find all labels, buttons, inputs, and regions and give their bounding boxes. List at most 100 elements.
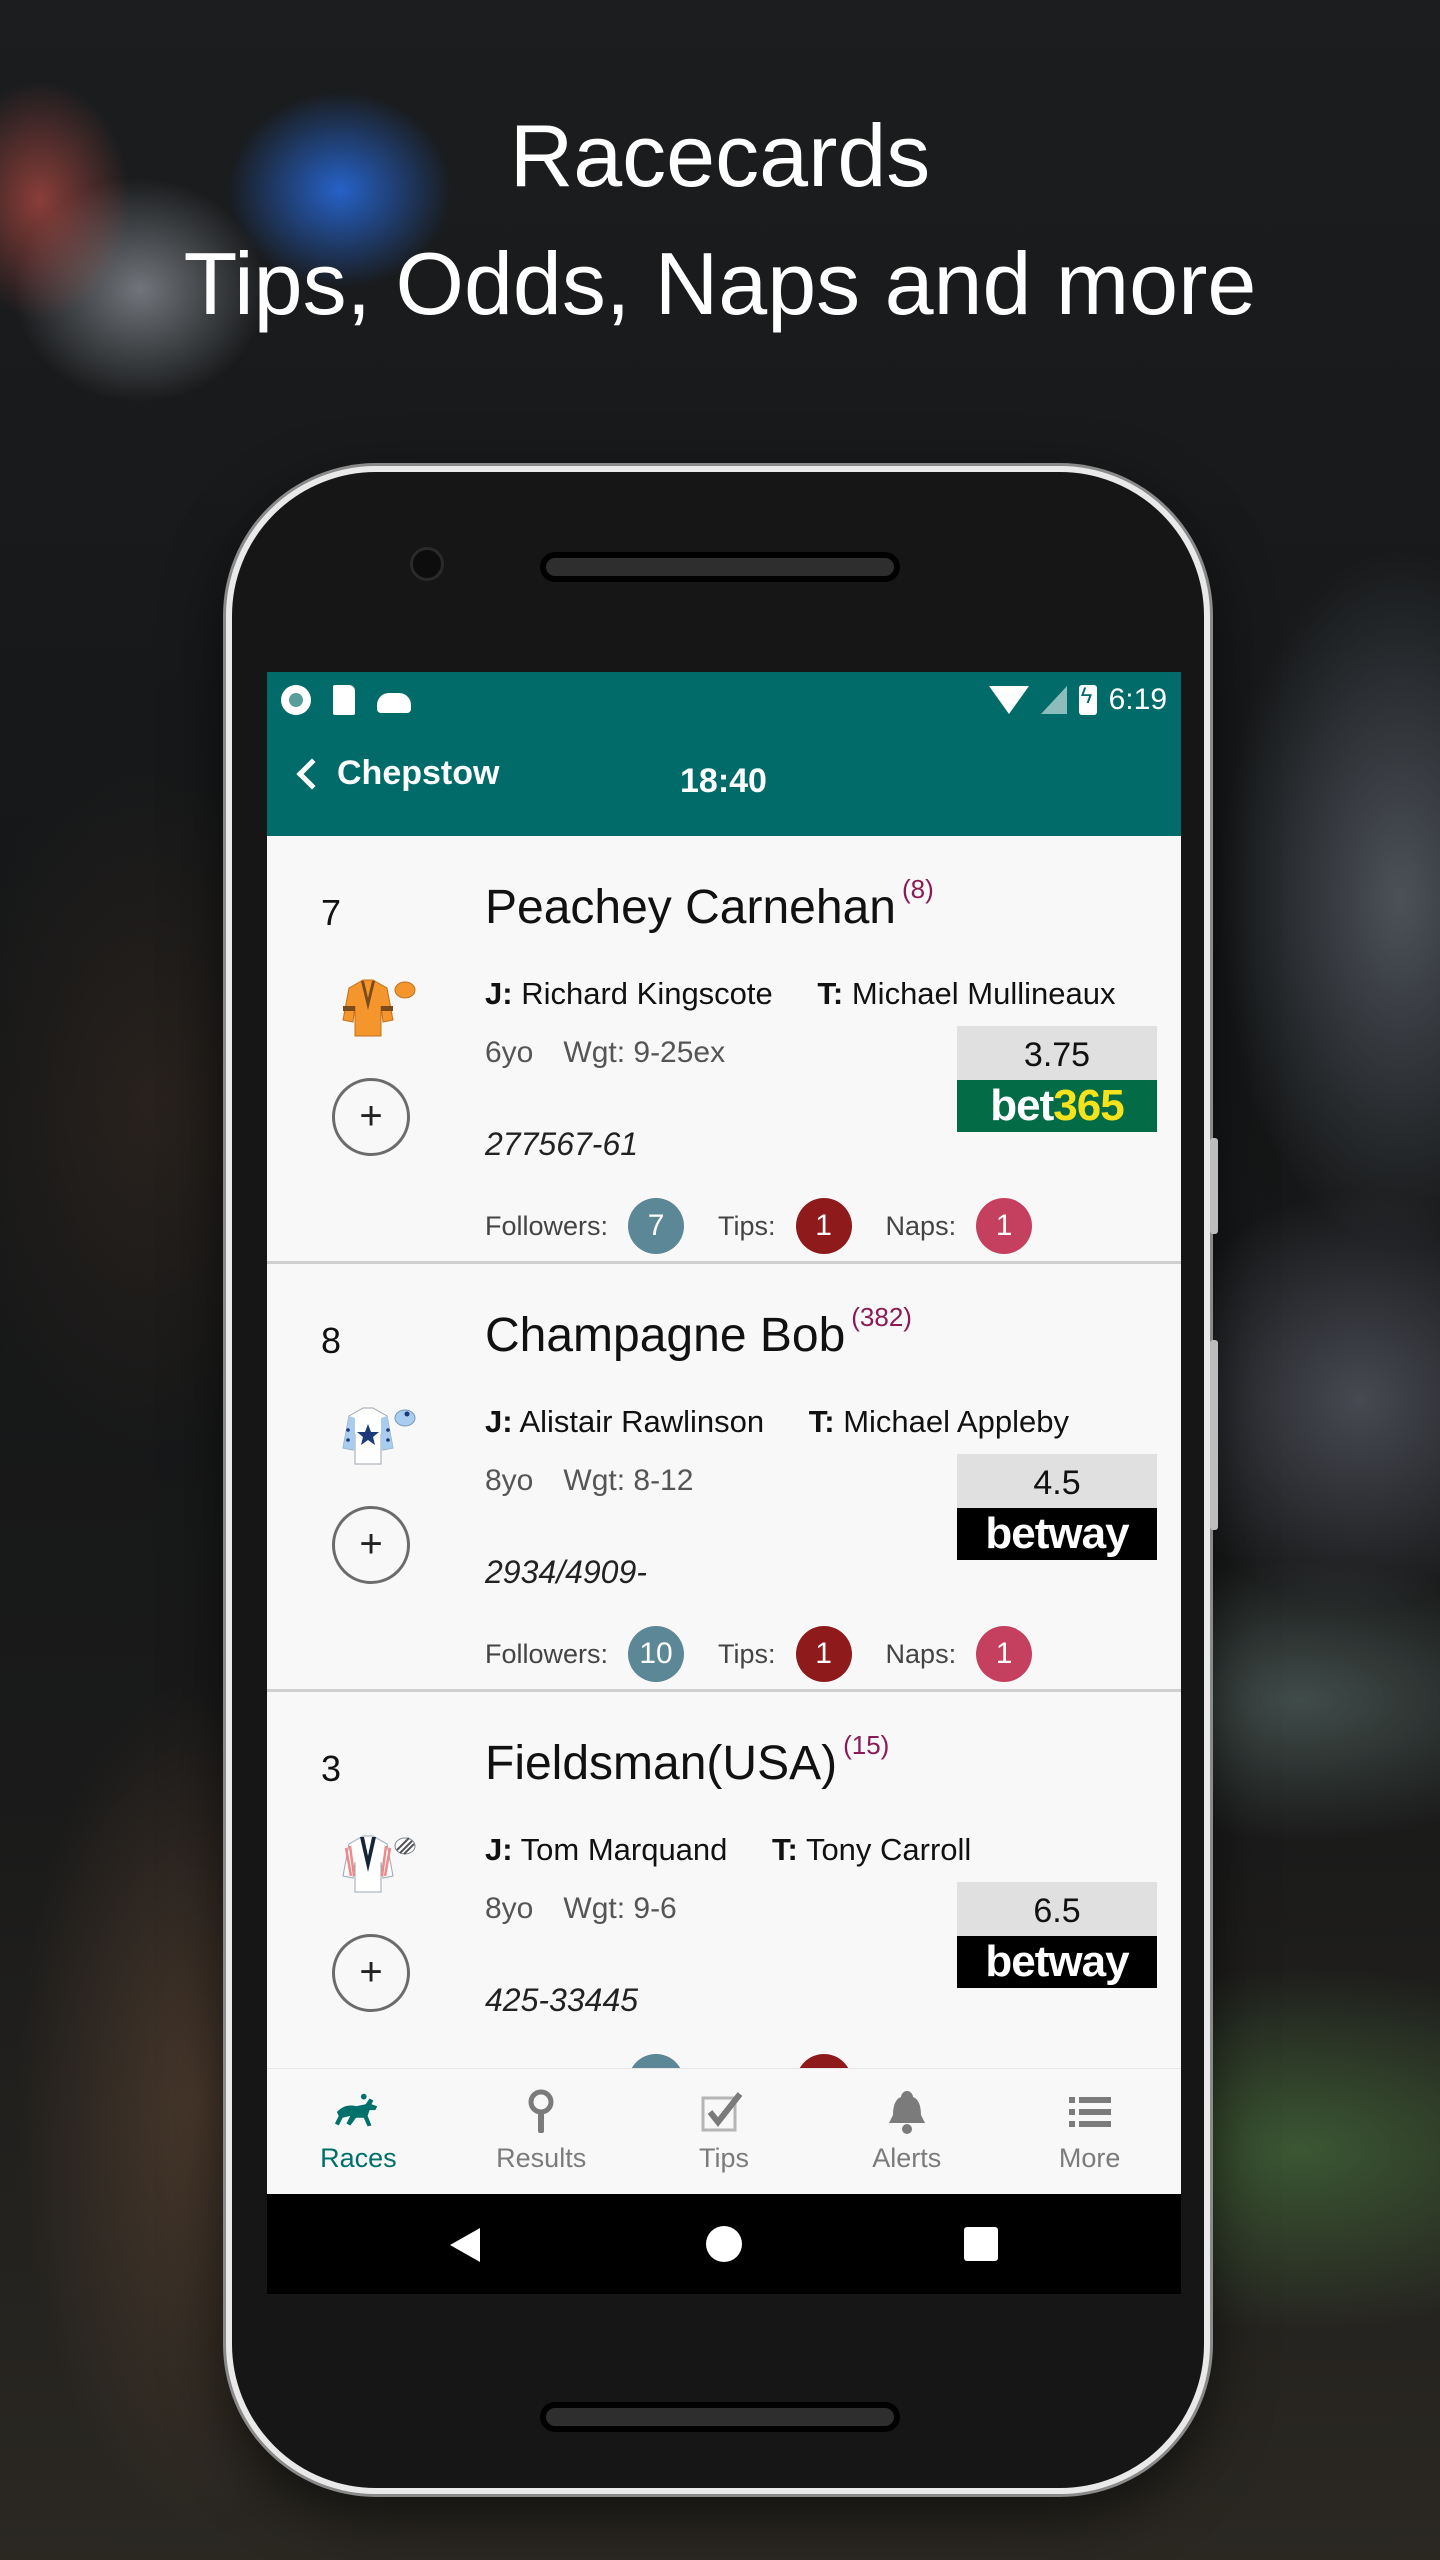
- followers-badge: 10: [628, 1626, 685, 1682]
- followers-badge: 7: [628, 1198, 685, 1254]
- bet365-logo: bet365: [957, 1080, 1157, 1132]
- jockey-label: J:: [485, 1832, 513, 1867]
- promo-subtitle: Tips, Odds, Naps and more: [183, 234, 1257, 333]
- odds-value: 3.75: [957, 1026, 1157, 1080]
- naps-badge: 1: [976, 1198, 1033, 1254]
- jockey-silks-icon: [342, 1407, 416, 1465]
- odds-button[interactable]: 4.5 betway: [957, 1454, 1157, 1560]
- course-name: Chepstow: [337, 754, 500, 792]
- trainer-label: T:: [772, 1832, 798, 1867]
- runner-card[interactable]: 8 + Champagne Bob (382) J: Alistair Rawl…: [267, 1264, 1181, 1692]
- jockey-label: J:: [485, 976, 513, 1011]
- add-follow-button[interactable]: +: [332, 1506, 410, 1584]
- status-bar: 6:19: [267, 672, 1181, 728]
- nav-more[interactable]: More: [998, 2069, 1181, 2194]
- runner-card[interactable]: 7 + Peachey Carnehan (8) J: Richard Kings…: [267, 836, 1181, 1264]
- trainer-label: T:: [817, 976, 844, 1011]
- nav-label: Results: [496, 2143, 587, 2173]
- back-button[interactable]: Chepstow: [291, 754, 499, 793]
- battery-charging-icon: [1078, 683, 1097, 715]
- horse-weight: Wgt: 9-6: [563, 1892, 677, 1925]
- cloud-icon: [377, 693, 411, 713]
- tips-label: Tips:: [718, 1210, 776, 1241]
- runner-number: 7: [320, 892, 342, 933]
- jockey-silks-icon: [342, 979, 416, 1037]
- horse-form: 277567-61: [485, 1126, 639, 1162]
- odds-value: 6.5: [957, 1882, 1157, 1936]
- checkbox-icon: [699, 2087, 749, 2137]
- horse-name[interactable]: Champagne Bob: [485, 1309, 845, 1362]
- trainer-name: Tony Carroll: [805, 1832, 972, 1867]
- horse-rank: (8): [901, 874, 934, 904]
- race-time: 18:40: [680, 762, 767, 800]
- runner-list[interactable]: 7 + Peachey Carnehan (8) J: Richard Kings…: [267, 836, 1181, 2068]
- odds-button[interactable]: 6.5 betway: [957, 1882, 1157, 1988]
- horse-rank: (15): [843, 1730, 890, 1760]
- wifi-icon: [988, 686, 1029, 714]
- nav-label: More: [1058, 2143, 1121, 2173]
- runner-number: 3: [320, 1748, 342, 1789]
- naps-label: Naps:: [885, 1210, 957, 1241]
- horse-name[interactable]: Fieldsman(USA): [485, 1737, 837, 1790]
- naps-badge: 1: [976, 1626, 1033, 1682]
- nav-label: Tips: [698, 2143, 749, 2173]
- app-bar: Chepstow 18:40: [267, 728, 1181, 836]
- runner-number: 8: [320, 1320, 342, 1361]
- front-camera: [410, 547, 444, 581]
- nav-label: Races: [320, 2143, 397, 2173]
- status-time: 6:19: [1108, 683, 1167, 716]
- horse-weight: Wgt: 8-12: [563, 1464, 694, 1497]
- nav-races[interactable]: Races: [267, 2069, 450, 2194]
- followers-label: Followers:: [485, 1210, 609, 1241]
- jockey-name: Richard Kingscote: [521, 976, 773, 1011]
- bottom-navigation: Races Results Tips Alerts More: [267, 2068, 1181, 2194]
- horse-form: 425-33445: [485, 1982, 639, 2018]
- system-back-icon[interactable]: [450, 2228, 480, 2262]
- trainer-name: Michael Mullineaux: [851, 976, 1116, 1011]
- system-navigation-bar: [267, 2194, 1181, 2294]
- tips-label: Tips:: [718, 1638, 776, 1669]
- top-speaker: [540, 552, 900, 582]
- trainer-name: Michael Appleby: [843, 1404, 1069, 1439]
- horse-racing-icon: [333, 2087, 383, 2137]
- phone-power-button: [1210, 1138, 1218, 1234]
- followers-badge: [628, 2054, 685, 2068]
- odds-button[interactable]: 3.75 bet365: [957, 1026, 1157, 1132]
- horse-form: 2934/4909-: [485, 1554, 647, 1590]
- jockey-name: Tom Marquand: [520, 1832, 728, 1867]
- tips-badge: 1: [795, 1626, 852, 1682]
- app-screen: 6:19 Chepstow 18:40 7 +: [267, 672, 1181, 2294]
- trainer-label: T:: [808, 1404, 835, 1439]
- nav-tips[interactable]: Tips: [633, 2069, 816, 2194]
- chevron-left-icon: [296, 757, 328, 790]
- bell-icon: [882, 2087, 932, 2137]
- add-follow-button[interactable]: +: [332, 1934, 410, 2012]
- horse-rank: (382): [851, 1302, 912, 1332]
- nav-alerts[interactable]: Alerts: [815, 2069, 998, 2194]
- horse-name[interactable]: Peachey Carnehan: [485, 881, 896, 934]
- system-recents-icon[interactable]: [964, 2227, 998, 2261]
- signal-icon: [1040, 686, 1067, 714]
- naps-label: Naps:: [885, 1638, 957, 1669]
- add-follow-button[interactable]: +: [332, 1078, 410, 1156]
- tips-badge: [795, 2054, 852, 2068]
- odds-value: 4.5: [957, 1454, 1157, 1508]
- followers-label: Followers:: [485, 1638, 609, 1669]
- bottom-speaker: [540, 2402, 900, 2432]
- phone-frame: 6:19 Chepstow 18:40 7 +: [226, 466, 1218, 2494]
- system-home-icon[interactable]: [706, 2226, 742, 2262]
- sd-card-icon: [333, 685, 355, 715]
- betway-logo: betway: [957, 1508, 1157, 1560]
- runner-card[interactable]: 3 + Fieldsman(USA) (15) J: Tom Marquand …: [267, 1692, 1181, 2068]
- phone-volume-button: [1210, 1340, 1218, 1530]
- jockey-name: Alistair Rawlinson: [519, 1404, 765, 1439]
- list-icon: [1065, 2087, 1115, 2137]
- promo-title: Racecards: [509, 106, 931, 205]
- horse-weight: Wgt: 9-25ex: [563, 1036, 726, 1069]
- record-icon: [281, 685, 311, 715]
- nav-results[interactable]: Results: [450, 2069, 633, 2194]
- horse-age: 8yo: [485, 1464, 534, 1497]
- horse-age: 8yo: [485, 1892, 534, 1925]
- nav-label: Alerts: [872, 2143, 942, 2173]
- jockey-silks-icon: [342, 1835, 416, 1893]
